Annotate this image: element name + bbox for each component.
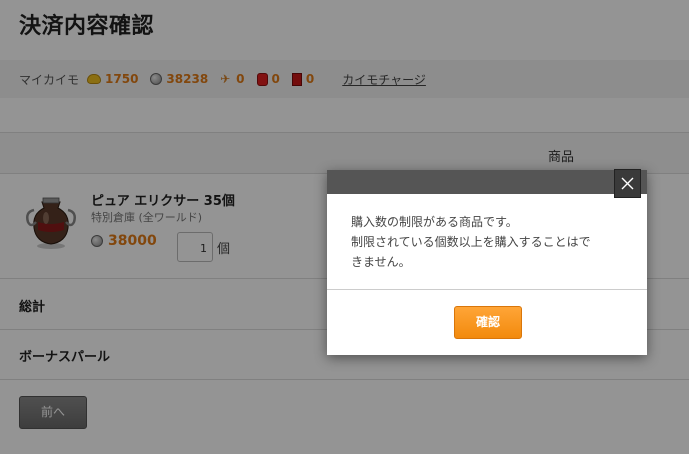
limit-alert-dialog: 購入数の制限がある商品です。 制限されている個数以上を購入することはで きません… [327, 169, 647, 355]
payment-confirmation-page: 決済内容確認 マイカイモ 1750 38238 ✈ 0 0 0 カイモチャージ … [0, 0, 689, 454]
dialog-header [327, 170, 647, 194]
close-button[interactable] [614, 169, 641, 198]
confirm-button[interactable]: 確認 [454, 306, 522, 339]
dialog-message-line: きません。 [351, 255, 411, 269]
dialog-divider [327, 289, 647, 290]
dialog-message-line: 購入数の制限がある商品です。 [351, 215, 518, 229]
close-icon [621, 177, 634, 190]
dialog-message: 購入数の制限がある商品です。 制限されている個数以上を購入することはで きません… [351, 212, 631, 272]
dialog-message-line: 制限されている個数以上を購入することはで [351, 235, 591, 249]
